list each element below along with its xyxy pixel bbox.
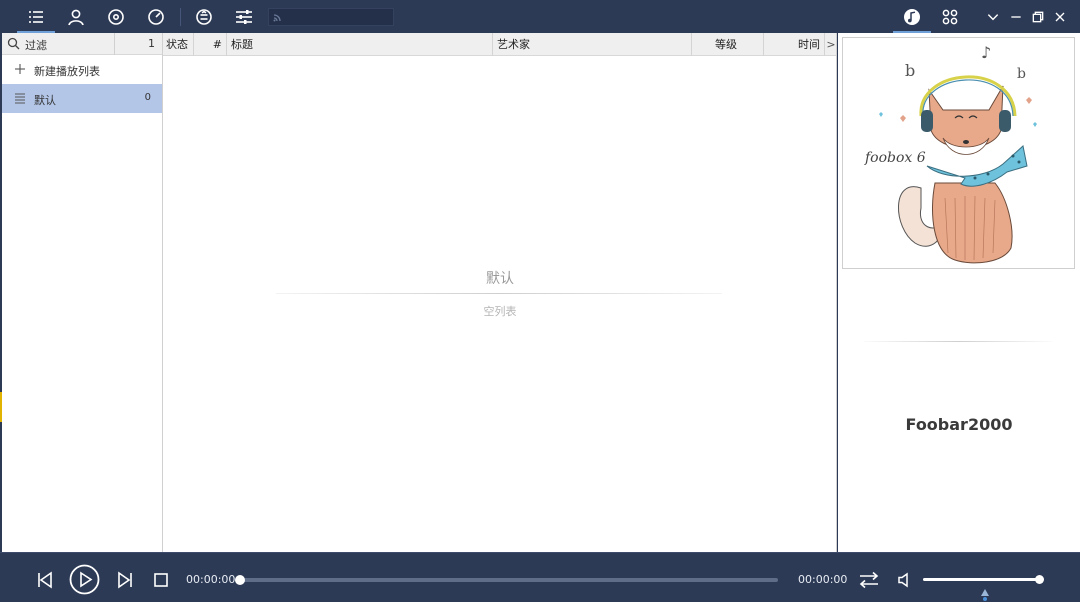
close-button[interactable] <box>1046 5 1074 29</box>
settings-button[interactable] <box>229 5 259 29</box>
settings-sliders-icon <box>236 10 252 24</box>
previous-button[interactable] <box>36 571 54 589</box>
filter-bar[interactable]: 过滤 1 <box>2 33 162 55</box>
stop-icon <box>154 573 168 587</box>
playlist-menu-icon <box>29 11 43 23</box>
play-button[interactable] <box>69 564 100 595</box>
seek-handle[interactable] <box>235 575 245 585</box>
search-input[interactable] <box>268 8 394 26</box>
column-title[interactable]: 标题 <box>227 33 493 56</box>
now-playing-view-button[interactable] <box>893 5 931 33</box>
total-time: 00:00:00 <box>798 573 848 586</box>
repeat-order-icon <box>859 571 879 589</box>
music-note-icon <box>904 9 920 25</box>
search-icon <box>7 37 20 50</box>
genre-view-button[interactable] <box>141 5 171 29</box>
playlist-item-default[interactable]: 默认 0 <box>2 84 162 113</box>
playlist-item-count: 0 <box>144 92 151 103</box>
tray-indicator-icon <box>980 589 990 601</box>
now-playing-divider <box>864 341 1052 342</box>
minimize-icon <box>1011 16 1021 18</box>
playlist-item-label: 默认 <box>34 94 56 107</box>
seek-bar[interactable] <box>240 578 778 582</box>
cover-note-3: ♪ <box>981 43 991 62</box>
volume-handle[interactable] <box>1035 575 1044 584</box>
plus-icon <box>15 64 25 74</box>
column-rating[interactable]: 等级 <box>692 33 764 56</box>
new-playlist-button[interactable]: 新建播放列表 <box>2 55 162 84</box>
chevron-down-icon <box>987 14 999 21</box>
filter-label: 过滤 <box>25 39 47 52</box>
stop-button[interactable] <box>153 572 169 588</box>
column-artist[interactable]: 艺术家 <box>493 33 692 56</box>
cover-note-1: b <box>905 61 915 80</box>
toolbar-separator <box>180 8 181 26</box>
rss-icon <box>273 14 281 22</box>
apps-icon <box>942 9 958 25</box>
elapsed-time: 00:00:00 <box>186 573 236 586</box>
desktop-edge-marker <box>0 392 2 422</box>
skip-next-icon <box>118 571 132 589</box>
column-time[interactable]: 时间 <box>764 33 825 56</box>
playlist-view-button[interactable] <box>17 5 55 33</box>
artist-view-button[interactable] <box>61 5 91 29</box>
volume-slider[interactable] <box>923 578 1041 581</box>
close-icon <box>1055 12 1065 22</box>
playlist-view: 状态 # 标题 艺术家 等级 时间 > 默认 空列表 <box>163 33 837 552</box>
library-view-button[interactable] <box>189 5 219 29</box>
now-playing-panel: b b ♪ foobox 6 Foobar2000 <box>838 33 1080 552</box>
library-icon <box>196 9 212 25</box>
empty-divider <box>276 293 722 294</box>
playlist-manager-panel: 过滤 1 新建播放列表 默认 0 <box>2 33 163 552</box>
next-button[interactable] <box>116 571 134 589</box>
album-icon <box>108 9 124 25</box>
album-cover: b b ♪ foobox 6 <box>842 37 1075 269</box>
fox-headphones-illustration: b b ♪ foobox 6 <box>864 43 1037 264</box>
empty-playlist-subtitle: 空列表 <box>483 305 517 318</box>
list-icon <box>15 93 25 104</box>
play-icon <box>69 564 100 595</box>
artist-icon <box>68 9 84 26</box>
new-playlist-label: 新建播放列表 <box>34 65 100 78</box>
playback-order-button[interactable] <box>859 571 879 589</box>
now-playing-title: Foobar2000 <box>905 415 1013 434</box>
cover-text: foobox 6 <box>864 150 926 166</box>
top-toolbar <box>0 0 1080 33</box>
cover-note-2: b <box>1017 66 1026 82</box>
empty-playlist-title: 默认 <box>486 271 514 287</box>
playlist-count: 1 <box>148 37 155 50</box>
column-status[interactable]: 状态 <box>163 33 194 56</box>
filter-divider <box>114 33 115 55</box>
more-columns-indicator[interactable]: > <box>825 33 837 56</box>
playback-bar: 00:00:00 00:00:00 <box>0 552 1080 602</box>
restore-icon <box>1032 11 1044 23</box>
apps-button[interactable] <box>935 5 965 29</box>
genre-icon <box>148 9 164 25</box>
volume-icon <box>898 572 908 588</box>
column-number[interactable]: # <box>194 33 227 56</box>
album-view-button[interactable] <box>101 5 131 29</box>
mute-button[interactable] <box>897 572 913 588</box>
skip-previous-icon <box>38 571 52 589</box>
column-header-row: 状态 # 标题 艺术家 等级 时间 > <box>163 33 836 56</box>
